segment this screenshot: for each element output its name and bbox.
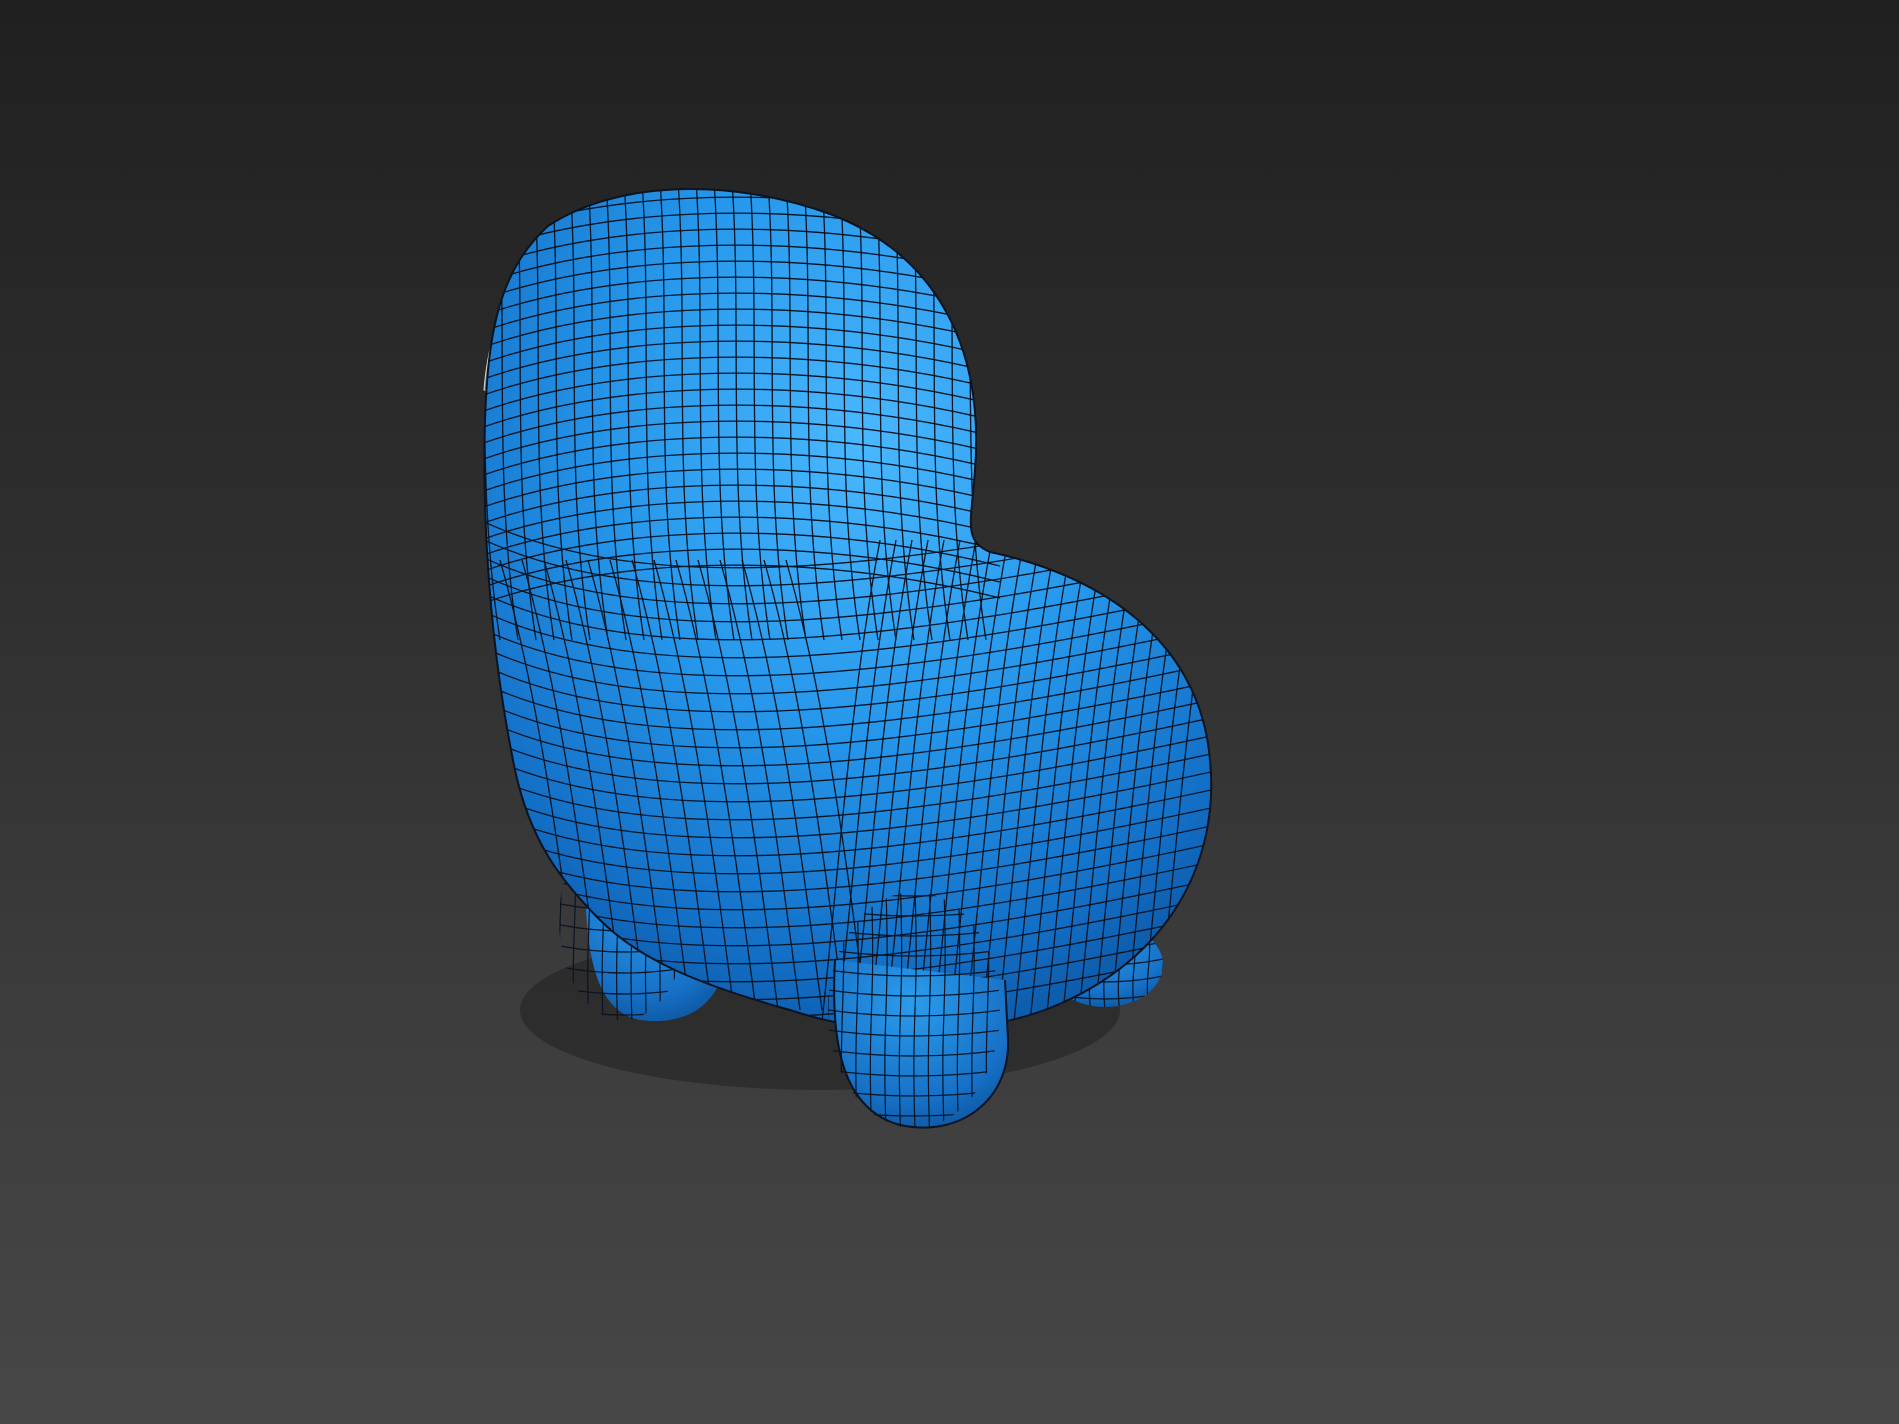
crewmate-body[interactable] <box>470 180 1220 1040</box>
viewport-scene <box>470 180 1220 1129</box>
perspective-viewport[interactable] <box>0 0 1899 1424</box>
